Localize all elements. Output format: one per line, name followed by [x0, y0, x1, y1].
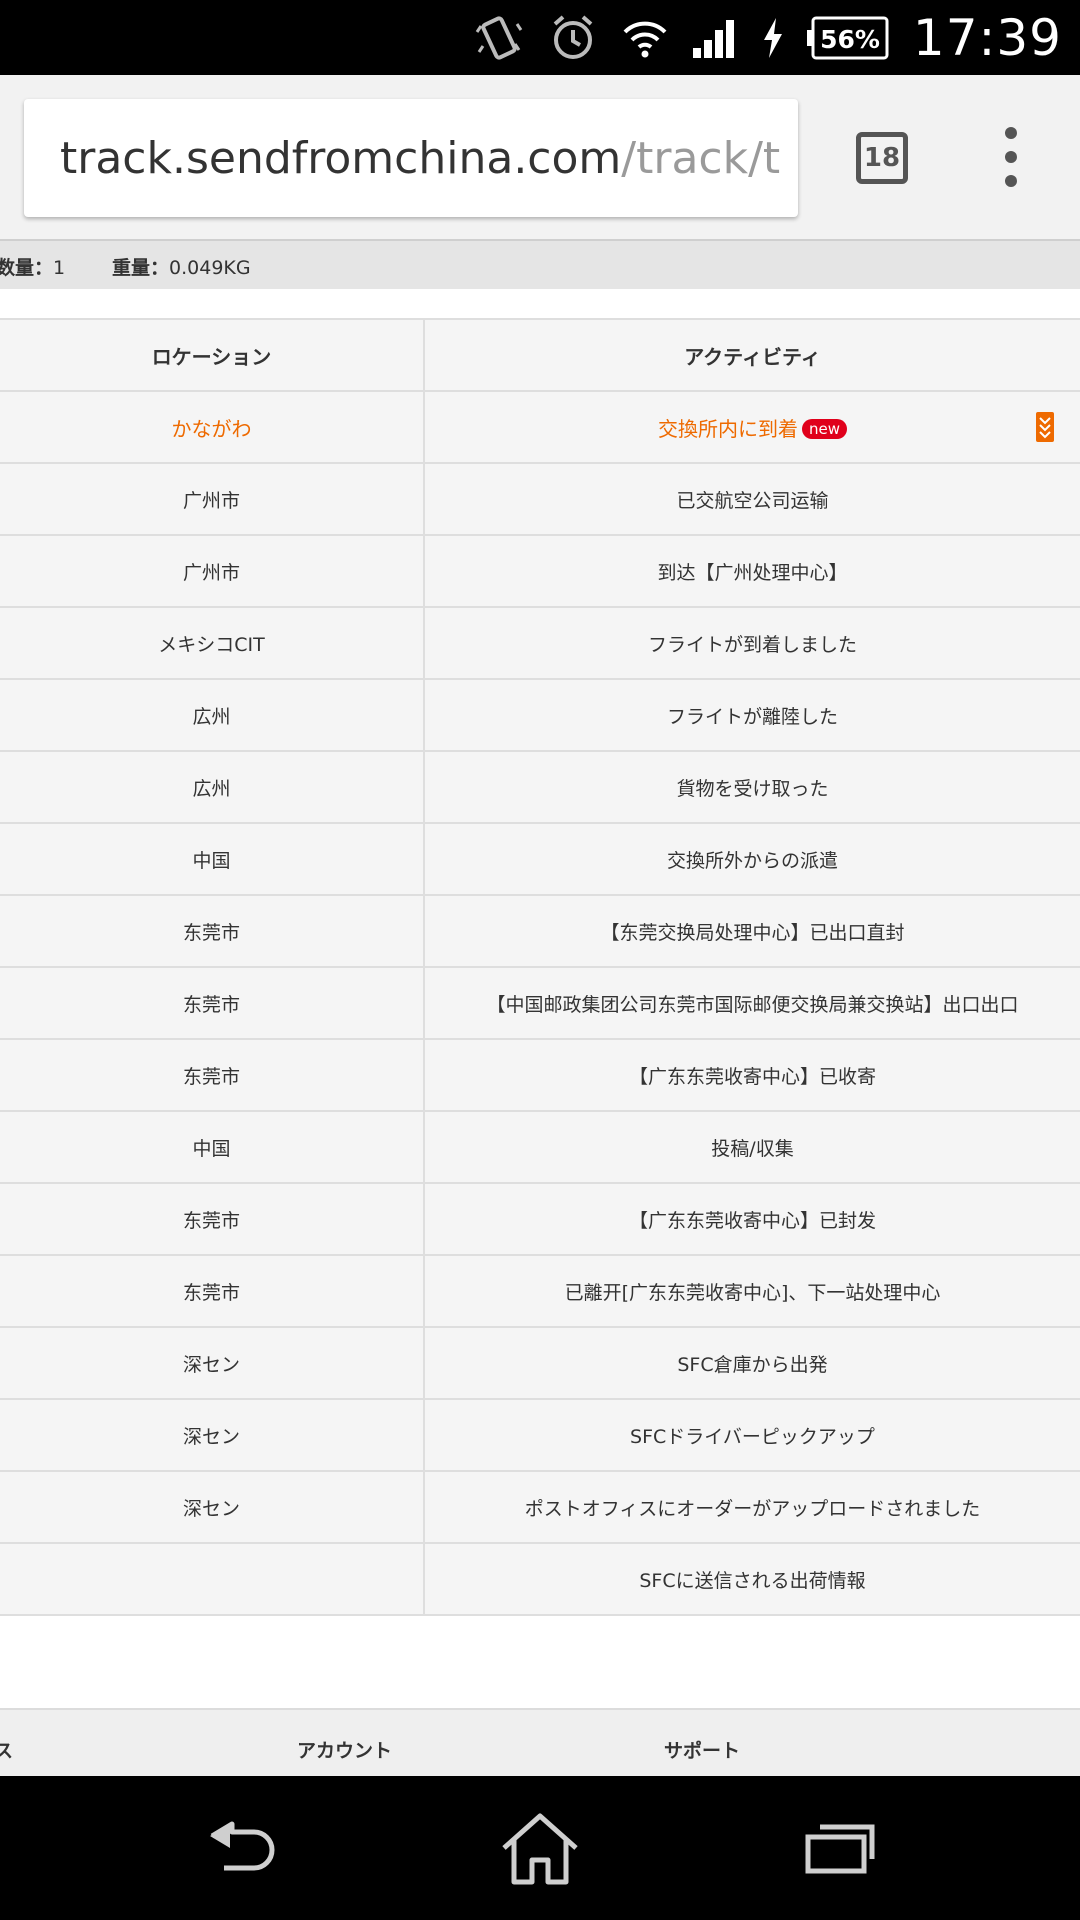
- activity-cell: SFCドライバーピックアップ: [424, 1398, 1080, 1471]
- table-row: 东莞市 已離开[广东东莞收寄中心]、下一站处理中心: [0, 1254, 1080, 1327]
- charging-icon: [761, 16, 785, 60]
- weight-value: 0.049KG: [169, 257, 251, 279]
- table-row: 广州市 已交航空公司运输: [0, 462, 1080, 535]
- table-row: 中国 投稿/収集: [0, 1110, 1080, 1183]
- activity-cell: SFCに送信される出荷情報: [424, 1542, 1080, 1616]
- footer-nav: ス アカウント サポート: [0, 1708, 1080, 1776]
- weight-info: 重量：0.049KG: [112, 253, 251, 280]
- activity-text: 交換所内に到着: [657, 416, 798, 441]
- status-bar: 56% 17:39: [0, 0, 1080, 75]
- browser-toolbar: track.sendfromchina.com/track/t 18: [0, 75, 1080, 241]
- menu-dot: [1005, 127, 1017, 139]
- recent-apps-icon: [805, 1824, 875, 1874]
- location-cell: 中国: [0, 822, 425, 895]
- table-header-row: ロケーション アクティビティ: [0, 318, 1080, 391]
- footer-link-account[interactable]: アカウント: [297, 1736, 392, 1763]
- signal-icon: [691, 16, 739, 60]
- clock: 17:39: [912, 8, 1062, 67]
- activity-cell: 投稿/収集: [424, 1110, 1080, 1183]
- quantity-value: 1: [53, 257, 66, 279]
- footer-link-services[interactable]: ス: [0, 1736, 13, 1763]
- shipment-summary: 数量：1 重量：0.049KG: [0, 241, 1080, 289]
- system-nav-bar: [0, 1776, 1080, 1920]
- location-cell: 深セン: [0, 1326, 425, 1399]
- table-row: メキシコCIT フライトが到着しました: [0, 606, 1080, 679]
- table-row: 深セン SFCドライバーピックアップ: [0, 1398, 1080, 1471]
- alarm-icon: [547, 12, 599, 64]
- activity-cell: 交換所外からの派遣: [424, 822, 1080, 895]
- table-row: 深セン SFC倉庫から出発: [0, 1326, 1080, 1399]
- location-cell: 东莞市: [0, 966, 425, 1039]
- activity-cell: 【中国邮政集团公司东莞市国际邮便交换局兼交换站】出口出口: [424, 966, 1080, 1039]
- url-host: track.sendfromchina.com: [60, 132, 622, 184]
- weight-label: 重量：: [112, 257, 170, 279]
- location-cell: かながわ: [0, 390, 425, 463]
- table-row: 广州市 到达【广州处理中心】: [0, 534, 1080, 607]
- table-row: 东莞市 【广东东莞收寄中心】已收寄: [0, 1038, 1080, 1111]
- back-icon: [210, 1821, 275, 1871]
- wifi-icon: [621, 16, 669, 60]
- tab-switcher-button[interactable]: 18: [856, 132, 908, 184]
- activity-cell: フライトが到着しました: [424, 606, 1080, 679]
- header-location: ロケーション: [0, 318, 425, 391]
- table-row: 东莞市 【中国邮政集团公司东莞市国际邮便交换局兼交换站】出口出口: [0, 966, 1080, 1039]
- quantity-info: 数量：1: [0, 253, 65, 280]
- home-icon: [502, 1813, 578, 1885]
- battery-percent: 56%: [820, 25, 880, 54]
- location-cell: 广州市: [0, 534, 425, 607]
- new-badge: new: [801, 418, 847, 439]
- activity-cell: 交換所内に到着 new: [424, 390, 1080, 463]
- activity-cell: 【广东东莞收寄中心】已收寄: [424, 1038, 1080, 1111]
- activity-cell: 已離开[广东东莞收寄中心]、下一站处理中心: [424, 1254, 1080, 1327]
- location-cell: 中国: [0, 1110, 425, 1183]
- tab-count: 18: [863, 143, 901, 173]
- activity-cell: SFC倉庫から出発: [424, 1326, 1080, 1399]
- table-row: SFCに送信される出荷情報: [0, 1542, 1080, 1616]
- status-icons: 56% 17:39: [473, 0, 1062, 75]
- quantity-label: 数量：: [0, 257, 54, 279]
- table-row: 东莞市 【广东东莞收寄中心】已封发: [0, 1182, 1080, 1255]
- url-path: /track/t: [621, 132, 781, 184]
- battery-icon: 56%: [806, 15, 891, 61]
- tracking-table: ロケーション アクティビティ かながわ 交換所内に到着 new 广州市 已交航空公司…: [0, 318, 1080, 1616]
- url-text: track.sendfromchina.com/track/t: [60, 133, 780, 184]
- activity-cell: 【广东东莞收寄中心】已封发: [424, 1182, 1080, 1255]
- table-row: 広州 フライトが離陸した: [0, 678, 1080, 751]
- location-cell: 东莞市: [0, 1182, 425, 1255]
- back-button[interactable]: [192, 1798, 292, 1898]
- home-button[interactable]: [490, 1798, 590, 1898]
- location-cell: 広州: [0, 750, 425, 823]
- recent-apps-button[interactable]: [790, 1798, 890, 1898]
- header-activity: アクティビティ: [424, 318, 1080, 391]
- table-row: かながわ 交換所内に到着 new: [0, 390, 1080, 463]
- table-row: 深セン ポストオフィスにオーダーがアップロードされました: [0, 1470, 1080, 1543]
- menu-dot: [1005, 151, 1017, 163]
- location-cell: 広州: [0, 678, 425, 751]
- vibrate-icon: [473, 12, 525, 64]
- expand-chevron-icon[interactable]: [1036, 412, 1054, 442]
- activity-cell: 【东莞交换局处理中心】已出口直封: [424, 894, 1080, 967]
- activity-cell: 已交航空公司运输: [424, 462, 1080, 535]
- table-row: 东莞市 【东莞交换局处理中心】已出口直封: [0, 894, 1080, 967]
- activity-cell: 到达【广州处理中心】: [424, 534, 1080, 607]
- location-cell: 深セン: [0, 1398, 425, 1471]
- table-row: 広州 貨物を受け取った: [0, 750, 1080, 823]
- location-cell: 东莞市: [0, 894, 425, 967]
- activity-cell: フライトが離陸した: [424, 678, 1080, 751]
- activity-cell: 貨物を受け取った: [424, 750, 1080, 823]
- overflow-menu-icon[interactable]: [996, 127, 1026, 187]
- table-row: 中国 交換所外からの派遣: [0, 822, 1080, 895]
- location-cell: [0, 1542, 425, 1616]
- location-cell: メキシコCIT: [0, 606, 425, 679]
- location-cell: 东莞市: [0, 1254, 425, 1327]
- activity-cell: ポストオフィスにオーダーがアップロードされました: [424, 1470, 1080, 1543]
- footer-link-support[interactable]: サポート: [664, 1736, 740, 1763]
- location-cell: 深セン: [0, 1470, 425, 1543]
- location-cell: 广州市: [0, 462, 425, 535]
- location-cell: 东莞市: [0, 1038, 425, 1111]
- url-bar[interactable]: track.sendfromchina.com/track/t: [24, 99, 798, 217]
- menu-dot: [1005, 175, 1017, 187]
